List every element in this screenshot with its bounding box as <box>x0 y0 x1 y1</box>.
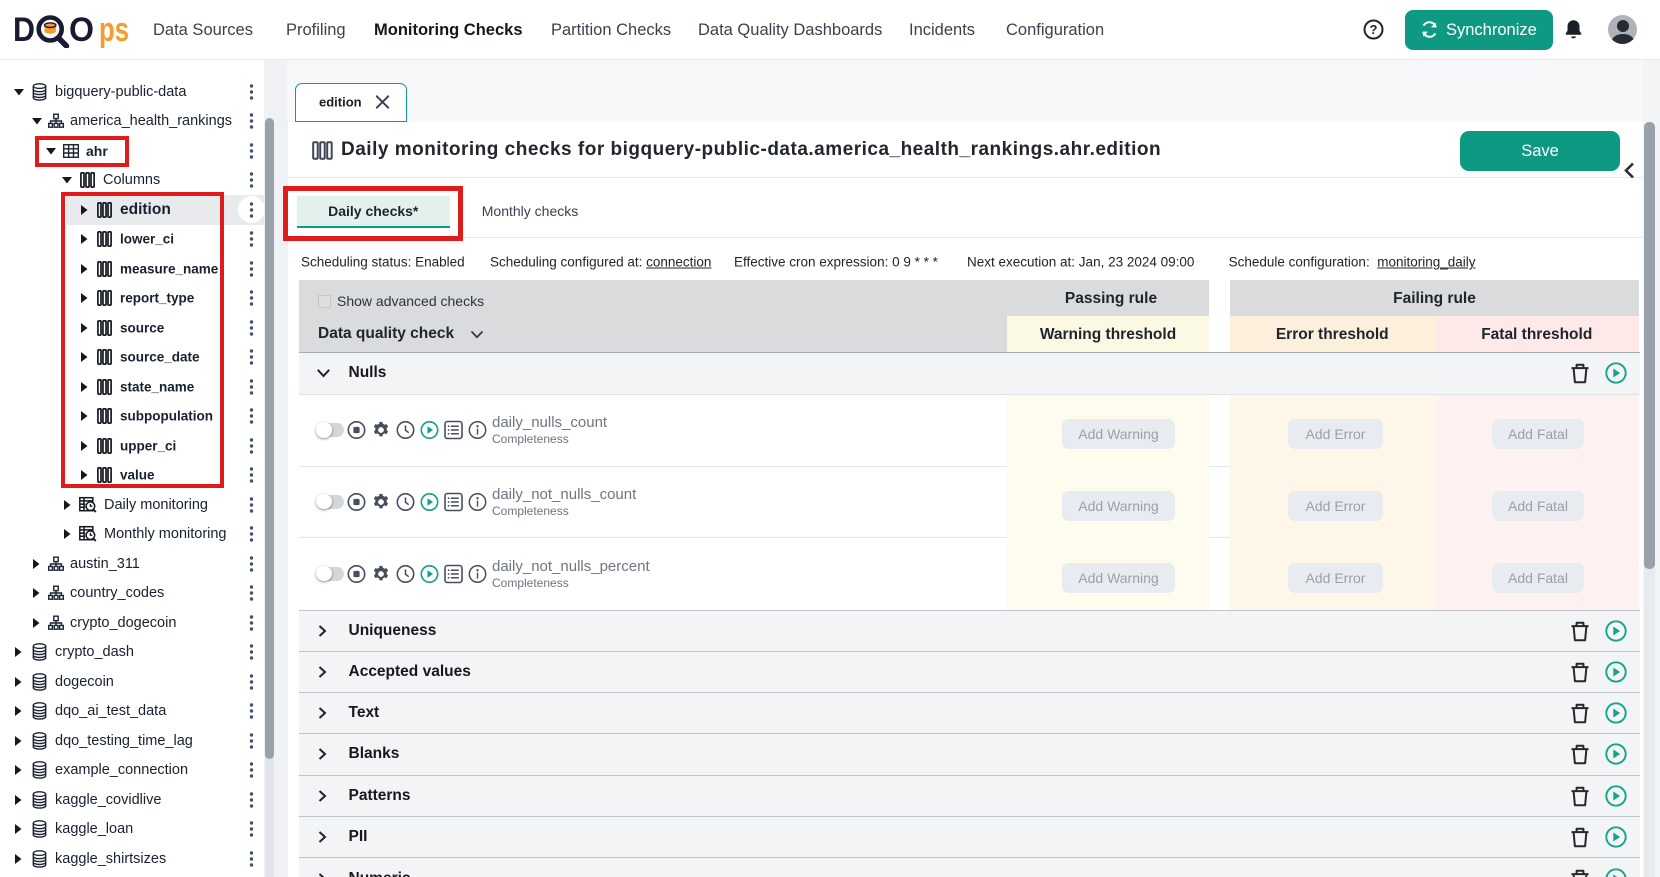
svg-text:O: O <box>69 12 94 48</box>
svg-text:?: ? <box>1370 22 1378 37</box>
svg-text:D: D <box>13 12 35 48</box>
svg-text:ps: ps <box>99 12 129 48</box>
